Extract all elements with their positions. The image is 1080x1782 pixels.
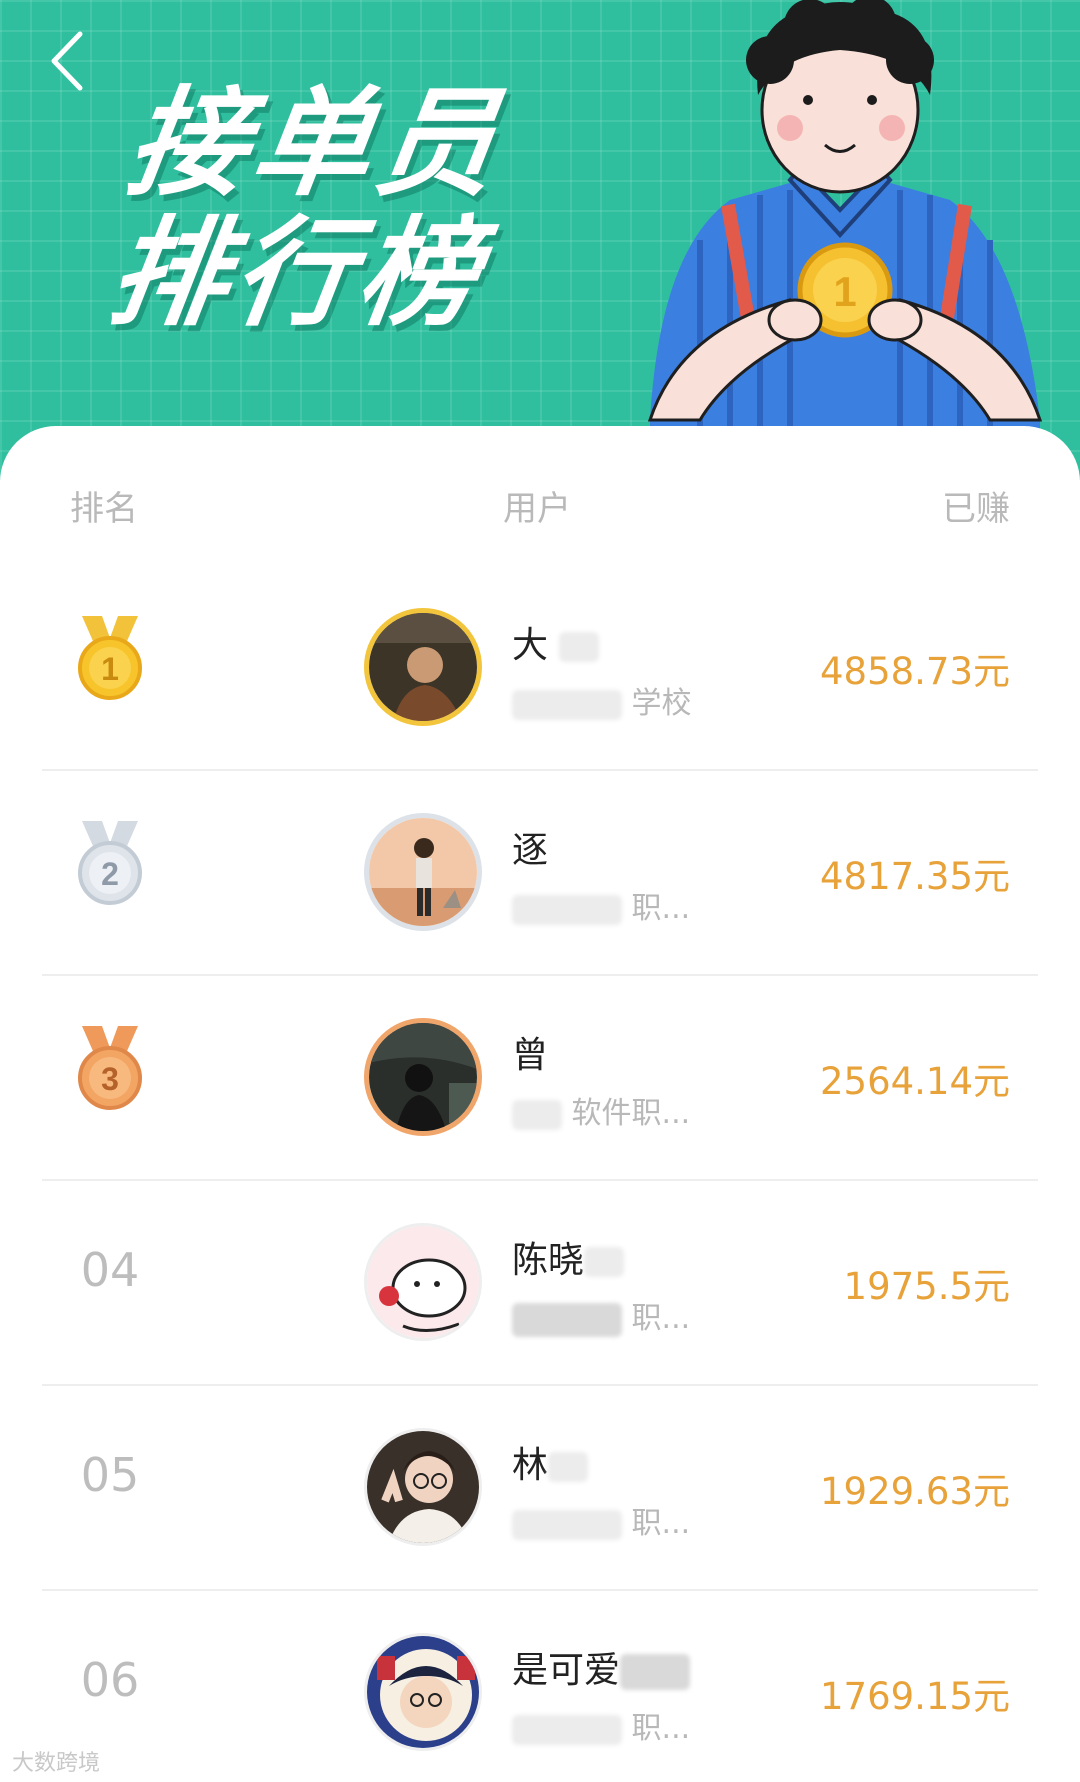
page-title: 接单员 排行榜 xyxy=(101,74,511,342)
redacted-text xyxy=(512,1714,622,1745)
redacted-text xyxy=(512,689,622,720)
back-button[interactable] xyxy=(36,26,106,96)
redacted-text xyxy=(512,1302,622,1337)
table-row[interactable]: 05 林 职... 1929.63元 xyxy=(0,1386,1080,1591)
table-row[interactable]: 3 曾 软件职... 2564.14元 xyxy=(0,976,1080,1181)
redacted-text xyxy=(512,894,622,925)
redacted-text xyxy=(620,1654,691,1690)
earned-amount: 4858.73元 xyxy=(819,650,1010,693)
user-school: 职... xyxy=(512,883,690,927)
svg-text:2: 2 xyxy=(101,856,119,892)
chevron-left-icon xyxy=(51,31,83,91)
title-line-1: 接单员 xyxy=(119,74,511,212)
redacted-text xyxy=(512,1099,562,1130)
user-name: 逐 xyxy=(512,830,549,871)
avatar[interactable] xyxy=(364,608,482,726)
user-school: 职... xyxy=(512,1703,690,1747)
gold-medal-icon: 1 xyxy=(60,608,160,708)
user-school: 职... xyxy=(512,1293,690,1337)
earned-amount: 1929.63元 xyxy=(819,1470,1010,1513)
svg-text:3: 3 xyxy=(101,1061,119,1097)
user-school: 软件职... xyxy=(512,1088,690,1132)
user-school: 职... xyxy=(512,1498,690,1542)
user-name: 陈晓 xyxy=(512,1231,625,1283)
watermark: 大数跨境 xyxy=(12,1751,101,1776)
title-line-2: 排行榜 xyxy=(101,204,493,342)
table-row[interactable]: 2 逐 职... 4817.35元 xyxy=(0,771,1080,976)
hero-banner: 接单员 排行榜 1 xyxy=(0,0,1080,480)
redacted-text xyxy=(584,1247,625,1277)
earned-amount: 2564.14元 xyxy=(819,1060,1010,1103)
rank-number: 06 xyxy=(80,1653,140,1707)
earned-amount: 4817.35元 xyxy=(819,855,1010,898)
avatar[interactable] xyxy=(364,1223,482,1341)
table-row[interactable]: 06 是可爱 职... 1769.15元 xyxy=(0,1591,1080,1782)
user-name: 大 xyxy=(512,616,600,668)
user-name: 曾 xyxy=(512,1035,549,1076)
avatar[interactable] xyxy=(364,813,482,931)
leaderboard-list: 1 大 学校 4858.73元 2 逐 职... 4817.35元 3 曾 软件… xyxy=(0,566,1080,1782)
redacted-text xyxy=(512,1509,622,1540)
column-header-earned: 已赚 xyxy=(942,489,1010,529)
column-header-rank: 排名 xyxy=(70,489,138,529)
svg-text:1: 1 xyxy=(101,651,119,687)
silver-medal-icon: 2 xyxy=(60,813,160,913)
user-school: 学校 xyxy=(512,678,692,722)
avatar[interactable] xyxy=(364,1428,482,1546)
earned-amount: 1769.15元 xyxy=(819,1675,1010,1718)
avatar[interactable] xyxy=(364,1018,482,1136)
table-header: 排名 用户 已赚 xyxy=(0,481,1080,531)
column-header-user: 用户 xyxy=(503,489,571,529)
earned-amount: 1975.5元 xyxy=(843,1265,1010,1308)
table-row[interactable]: 1 大 学校 4858.73元 xyxy=(0,566,1080,771)
leaderboard-card: 排名 用户 已赚 1 大 学校 4858.73元 2 逐 职... 4817.3… xyxy=(0,426,1080,1782)
svg-text:1: 1 xyxy=(833,268,856,315)
rank-number: 04 xyxy=(80,1243,140,1297)
redacted-text xyxy=(548,1452,589,1482)
mascot-illustration: 1 xyxy=(647,0,1043,480)
bronze-medal-icon: 3 xyxy=(60,1018,160,1118)
redacted-text xyxy=(559,632,600,662)
user-name: 是可爱 xyxy=(512,1641,691,1693)
rank-number: 05 xyxy=(80,1448,140,1502)
table-row[interactable]: 04 陈晓 职... 1975.5元 xyxy=(0,1181,1080,1386)
avatar[interactable] xyxy=(364,1633,482,1751)
user-name: 林 xyxy=(512,1436,589,1488)
